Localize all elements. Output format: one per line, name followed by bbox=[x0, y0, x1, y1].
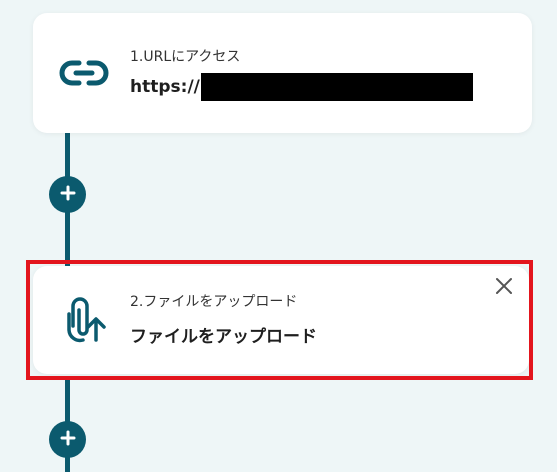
link-icon bbox=[59, 55, 109, 95]
step-title-url: https:// bbox=[130, 77, 200, 97]
add-step-button[interactable] bbox=[49, 421, 86, 458]
highlight-box bbox=[26, 260, 533, 380]
step-label: 1.URLにアクセス bbox=[130, 49, 241, 65]
step-card-url-access[interactable]: 1.URLにアクセス https:// bbox=[33, 13, 532, 133]
plus-icon bbox=[60, 185, 76, 205]
redacted-url bbox=[201, 73, 473, 101]
plus-icon bbox=[60, 430, 76, 450]
add-step-button[interactable] bbox=[49, 176, 86, 213]
